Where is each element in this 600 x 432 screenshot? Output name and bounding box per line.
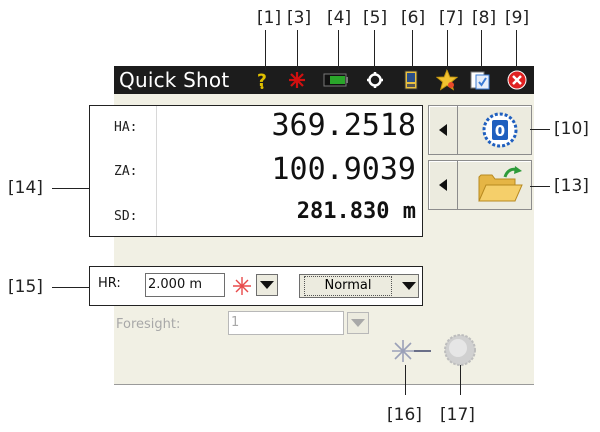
leader-line-1 [265, 30, 266, 70]
leader-line-16 [405, 365, 406, 395]
sd-label: SD: [114, 209, 138, 224]
battery-icon[interactable] [322, 69, 350, 91]
label-separator [156, 106, 157, 236]
task-list-icon[interactable] [469, 69, 491, 91]
callout-5: [5] [363, 8, 388, 28]
ha-label: HA: [114, 120, 138, 135]
foresight-dropdown[interactable] [347, 312, 369, 334]
callout-13: [13] [554, 176, 589, 196]
mode-select[interactable]: Normal [299, 274, 419, 298]
callout-7: [7] [439, 8, 464, 28]
leader-line-15 [52, 287, 89, 288]
callout-9: [9] [505, 8, 530, 28]
open-folder-icon [475, 165, 525, 205]
callout-16: [16] [387, 405, 422, 425]
leader-line-17 [460, 365, 461, 395]
hr-label: HR: [98, 276, 121, 291]
za-value: 100.9039 [271, 152, 417, 187]
instrument-icon[interactable] [400, 69, 422, 91]
mode-dropdown-arrow[interactable] [402, 282, 416, 290]
callout-17: [17] [440, 405, 475, 425]
folder-menu-arrow[interactable] [429, 161, 458, 209]
help-icon[interactable]: ? [252, 69, 274, 91]
callout-10: [10] [554, 119, 589, 139]
leader-line-9 [516, 30, 517, 70]
leader-line-6 [412, 30, 413, 70]
prism-icon[interactable] [443, 333, 477, 367]
laser-pointer-icon[interactable] [390, 338, 432, 364]
callout-6: [6] [401, 8, 426, 28]
leader-line-4 [338, 30, 339, 70]
close-icon[interactable] [506, 69, 528, 91]
ha-value: 369.2518 [271, 108, 417, 143]
leader-line-13 [530, 186, 550, 187]
leader-line-3 [297, 30, 298, 70]
mode-select-value: Normal [304, 276, 392, 296]
sd-value: 281.830 m [296, 199, 416, 224]
title-bar: Quick Shot ? [114, 66, 534, 94]
measurement-panel: HA: ZA: SD: 369.2518 100.9039 281.830 m [89, 105, 423, 237]
callout-14: [14] [8, 178, 43, 198]
callout-15: [15] [8, 277, 43, 297]
foresight-input[interactable]: 1 [228, 311, 344, 335]
callout-1: [1] [257, 8, 282, 28]
leader-line-10 [530, 129, 550, 130]
hr-settings-row: HR: 2.000 m Normal [89, 266, 423, 306]
reset-angle-icon: 0 [481, 111, 519, 149]
target-type-dropdown[interactable] [256, 274, 278, 296]
leader-line-7 [447, 30, 448, 70]
screen-bottom-edge [114, 384, 534, 385]
za-label: ZA: [114, 164, 138, 179]
window-title: Quick Shot [119, 68, 230, 92]
zero-set-menu-arrow[interactable] [429, 106, 458, 154]
open-folder-button[interactable] [428, 160, 532, 210]
leader-line-5 [374, 30, 375, 70]
svg-text:0: 0 [495, 122, 505, 140]
callout-4: [4] [327, 8, 352, 28]
leader-line-14 [52, 188, 89, 189]
hr-input[interactable]: 2.000 m [145, 273, 225, 297]
callout-8: [8] [472, 8, 497, 28]
favorites-icon[interactable] [436, 69, 458, 91]
laser-icon[interactable] [286, 69, 308, 91]
foresight-label: Foresight: [116, 317, 181, 332]
zero-set-button[interactable]: 0 [428, 105, 532, 155]
leader-line-8 [481, 30, 482, 70]
target-type-icon[interactable] [231, 275, 253, 297]
callout-3: [3] [287, 8, 312, 28]
settings-icon[interactable] [364, 69, 386, 91]
